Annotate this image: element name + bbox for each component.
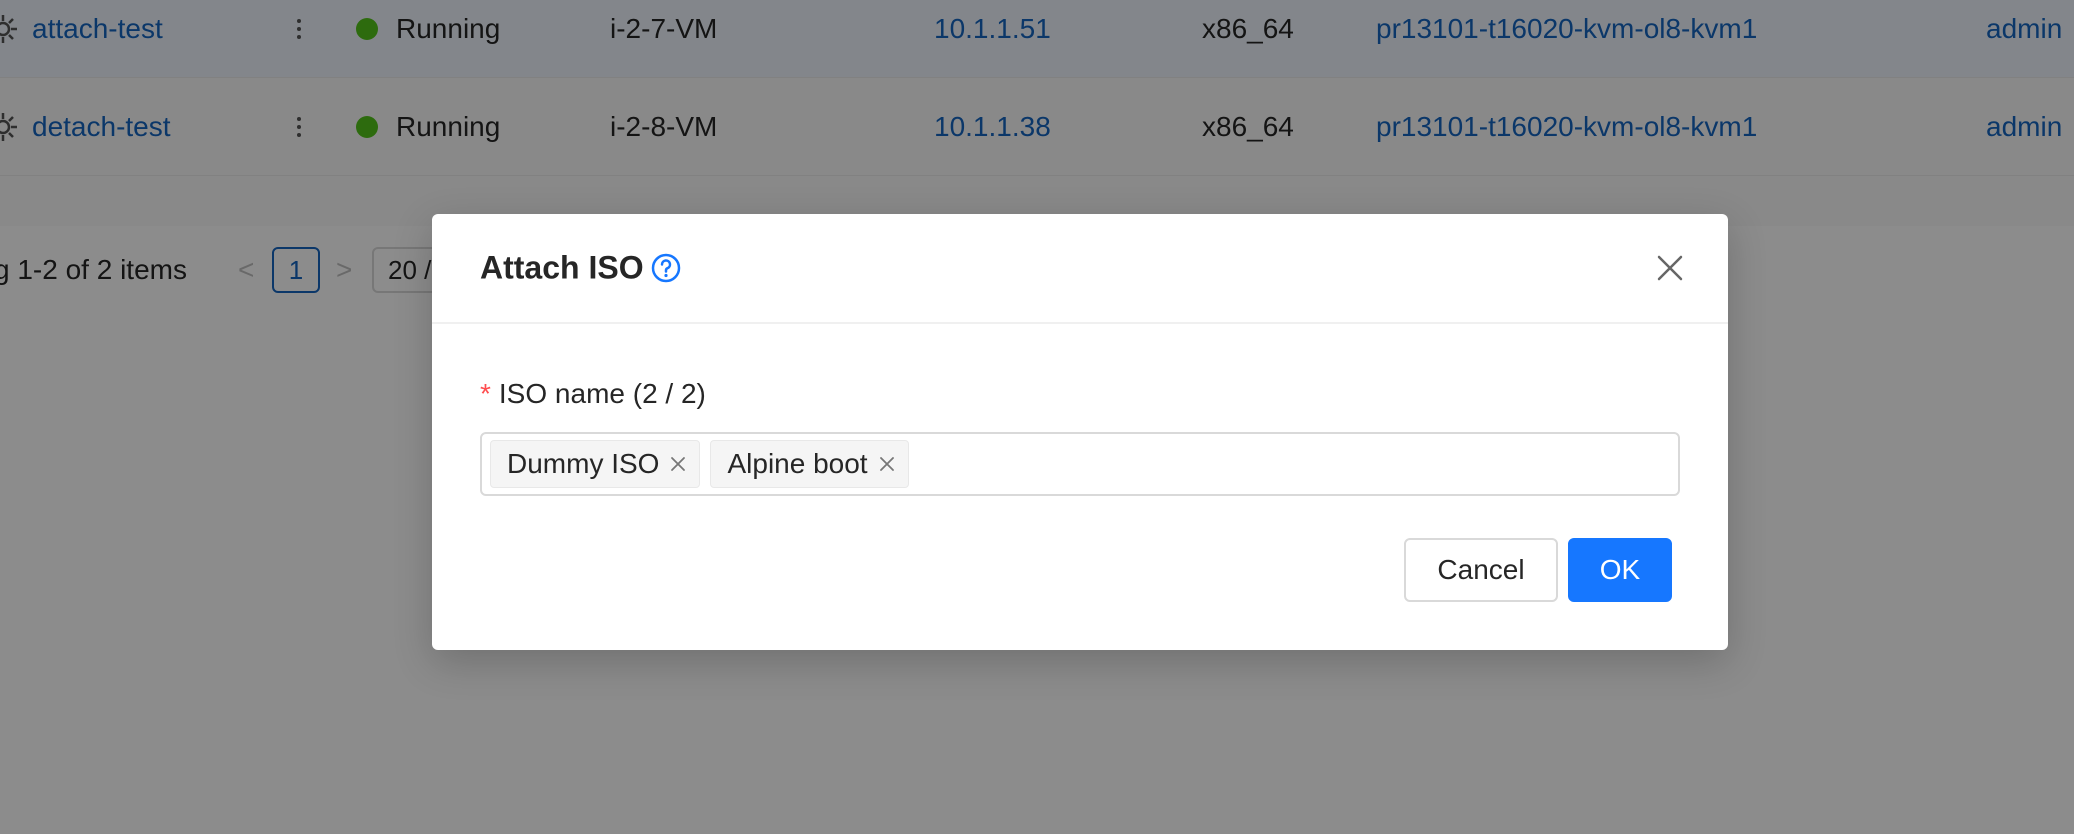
cancel-button[interactable]: Cancel <box>1404 538 1558 602</box>
close-icon[interactable] <box>1654 252 1686 284</box>
tag-label: Alpine boot <box>727 448 868 479</box>
question-circle-icon[interactable] <box>650 252 682 284</box>
dialog-header: Attach ISO <box>432 214 1728 324</box>
selected-tag: Dummy ISO <box>490 440 701 488</box>
tag-label: Dummy ISO <box>507 448 660 479</box>
iso-name-label-text: ISO name (2 / 2) <box>498 378 706 409</box>
tag-remove-icon[interactable] <box>878 455 896 473</box>
iso-name-select[interactable]: Dummy ISO Alpine boot <box>480 432 1680 496</box>
page: attach-test Running i-2-7-VM 10.1.1.51 x… <box>0 0 2074 834</box>
selected-tag: Alpine boot <box>710 440 909 488</box>
ok-button[interactable]: OK <box>1568 538 1672 602</box>
tag-remove-icon[interactable] <box>669 455 687 473</box>
dialog-title: Attach ISO <box>480 249 644 286</box>
iso-name-label: * ISO name (2 / 2) <box>480 378 706 410</box>
attach-iso-dialog: Attach ISO * ISO name (2 / 2) Dummy ISO A… <box>432 214 1728 650</box>
required-mark: * <box>480 378 491 409</box>
